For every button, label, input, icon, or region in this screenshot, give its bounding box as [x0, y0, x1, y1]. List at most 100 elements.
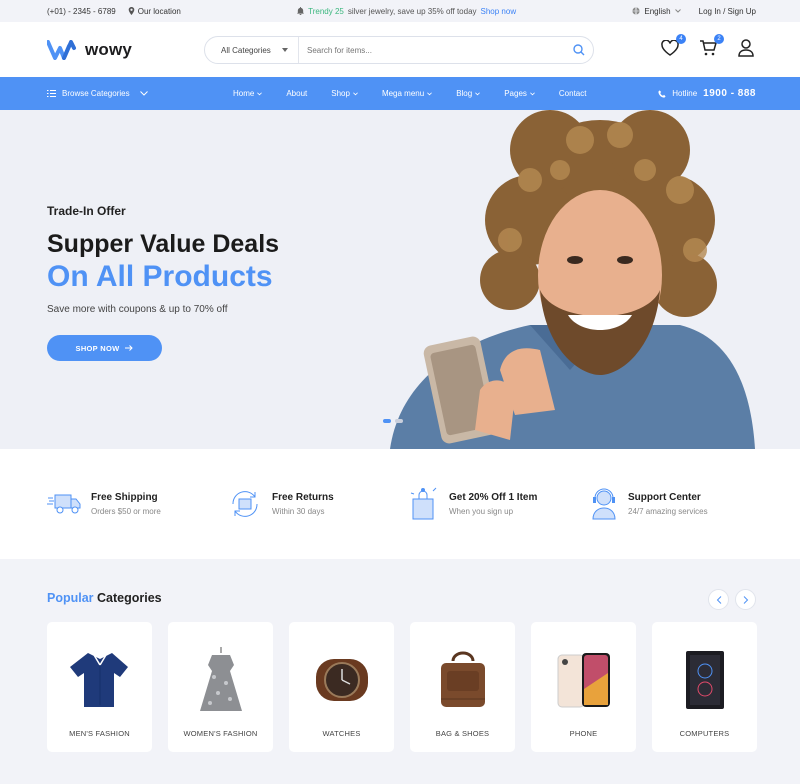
browse-categories-label: Browse Categories	[62, 89, 130, 98]
nav-item-mega-menu[interactable]: Mega menu	[381, 89, 433, 98]
nav-item-shop[interactable]: Shop	[331, 89, 358, 98]
browse-categories-button[interactable]: Browse Categories	[47, 89, 233, 98]
support-agent-icon	[592, 488, 616, 520]
slider-dots	[383, 419, 403, 423]
search-button[interactable]	[565, 44, 593, 56]
logo-w-icon	[47, 39, 76, 60]
chevron-down-icon	[353, 91, 358, 95]
category-card-computers[interactable]: COMPUTERS	[652, 622, 757, 752]
promo-banner: Trendy 25 silver jewelry, save up 35% of…	[297, 7, 516, 16]
map-pin-icon	[128, 7, 135, 15]
globe-icon	[632, 7, 640, 15]
search-bar: All Categories	[204, 36, 594, 64]
feature-subtitle: 24/7 amazing services	[628, 507, 708, 516]
feature-free-returns: Free Returns Within 30 days	[228, 488, 409, 520]
category-label: WOMEN'S FASHION	[183, 729, 258, 738]
section-title-rest: Categories	[97, 591, 162, 605]
language-label: English	[644, 6, 671, 16]
shop-now-label: SHOP NOW	[75, 343, 120, 353]
hotline[interactable]: Hotline 1900 - 888	[658, 88, 756, 99]
gift-bag-icon	[410, 487, 437, 520]
hero-title-line1: Supper Value Deals	[47, 230, 280, 258]
carousel-prev-button[interactable]	[708, 589, 729, 610]
nav-item-about[interactable]: About	[286, 89, 307, 98]
carousel-next-button[interactable]	[735, 589, 756, 610]
computer-case-icon	[685, 651, 724, 709]
category-card-bag-shoes[interactable]: BAG & SHOES	[410, 622, 515, 752]
location-link[interactable]: Our location	[128, 7, 181, 16]
feature-title: Free Returns	[272, 492, 334, 503]
cart-icon	[700, 40, 717, 56]
arrow-right-icon	[125, 345, 134, 351]
wishlist-button[interactable]: 4	[660, 34, 686, 58]
login-signup-link[interactable]: Log In / Sign Up	[699, 7, 756, 16]
phone-icon	[557, 653, 610, 708]
hero-man-with-phone-image	[390, 110, 755, 449]
account-button[interactable]	[736, 38, 756, 58]
return-box-icon	[232, 491, 258, 517]
bag-icon	[440, 651, 485, 707]
truck-icon	[47, 494, 81, 514]
category-label: WATCHES	[322, 729, 361, 738]
category-card-womens-fashion[interactable]: WOMEN'S FASHION	[168, 622, 273, 752]
heart-icon	[661, 40, 679, 56]
nav-item-blog[interactable]: Blog	[456, 89, 481, 98]
promo-shop-link[interactable]: Shop now	[481, 7, 517, 16]
chevron-down-icon	[139, 91, 148, 96]
category-card-mens-fashion[interactable]: MEN'S FASHION	[47, 622, 152, 752]
promo-highlight: Trendy 25	[308, 6, 344, 16]
category-card-phone[interactable]: PHONE	[531, 622, 636, 752]
list-icon	[47, 90, 56, 97]
category-label: MEN'S FASHION	[69, 729, 130, 738]
nav-item-label: Contact	[558, 89, 587, 98]
category-select[interactable]: All Categories	[205, 37, 299, 63]
promo-text: silver jewelry, save up 35% off today	[347, 6, 477, 16]
nav-item-label: Home	[233, 89, 255, 98]
chevron-left-icon	[716, 595, 721, 604]
hotline-number: 1900 - 888	[703, 88, 756, 99]
slider-dot-1[interactable]	[383, 419, 391, 423]
nav-item-label: About	[286, 89, 308, 98]
nav-item-label: Pages	[504, 89, 527, 98]
nav-item-contact[interactable]: Contact	[559, 89, 587, 98]
search-input[interactable]	[299, 45, 565, 55]
category-label: BAG & SHOES	[435, 729, 490, 738]
nav-item-pages[interactable]: Pages	[504, 89, 535, 98]
category-card-watches[interactable]: WATCHES	[289, 622, 394, 752]
shirt-icon	[69, 653, 128, 707]
language-select[interactable]: English	[632, 6, 681, 16]
section-title: Popular Categories	[47, 591, 162, 605]
main-nav: Browse Categories Home About Shop Mega menu…	[0, 77, 800, 110]
top-bar: (+01) - 2345 - 6789 Our location Trendy …	[0, 0, 800, 22]
category-label: COMPUTERS	[679, 729, 730, 738]
nav-item-home[interactable]: Home	[233, 89, 263, 98]
phone-number: (+01) - 2345 - 6789	[47, 6, 116, 16]
category-select-label: All Categories	[221, 45, 271, 55]
location-label: Our location	[137, 6, 181, 16]
brand-logo[interactable]: wowy	[47, 39, 205, 60]
watch-icon	[315, 659, 368, 701]
features-strip: Free Shipping Orders $50 or more Free Ret…	[0, 449, 800, 559]
feature-title: Support Center	[628, 492, 701, 503]
hero-slider: Trade-In Offer Supper Value Deals On All…	[0, 110, 800, 449]
search-icon	[573, 44, 585, 56]
popular-categories-section: Popular Categories MEN'S FASHION WOMEN'S…	[0, 559, 800, 784]
chevron-down-icon	[674, 9, 681, 13]
chevron-right-icon	[743, 595, 748, 604]
hero-subtitle: Save more with coupons & up to 70% off	[47, 304, 228, 315]
shop-now-button[interactable]: SHOP NOW	[47, 335, 162, 361]
cart-count-badge: 2	[714, 34, 724, 44]
cart-button[interactable]: 2	[698, 34, 724, 58]
phone-icon	[658, 89, 666, 98]
main-header: wowy All Categories 4 2	[0, 22, 800, 77]
slider-dot-2[interactable]	[395, 419, 403, 423]
feature-subtitle: Within 30 days	[272, 507, 325, 516]
chevron-down-icon	[530, 91, 535, 95]
nav-item-label: Mega menu	[381, 89, 425, 98]
chevron-down-icon	[475, 91, 481, 95]
feature-discount: Get 20% Off 1 Item When you sign up	[409, 487, 590, 521]
dress-icon	[199, 647, 242, 711]
hero-title-line2: On All Products	[47, 260, 273, 293]
chevron-down-icon	[257, 91, 263, 95]
hero-kicker: Trade-In Offer	[47, 204, 126, 218]
